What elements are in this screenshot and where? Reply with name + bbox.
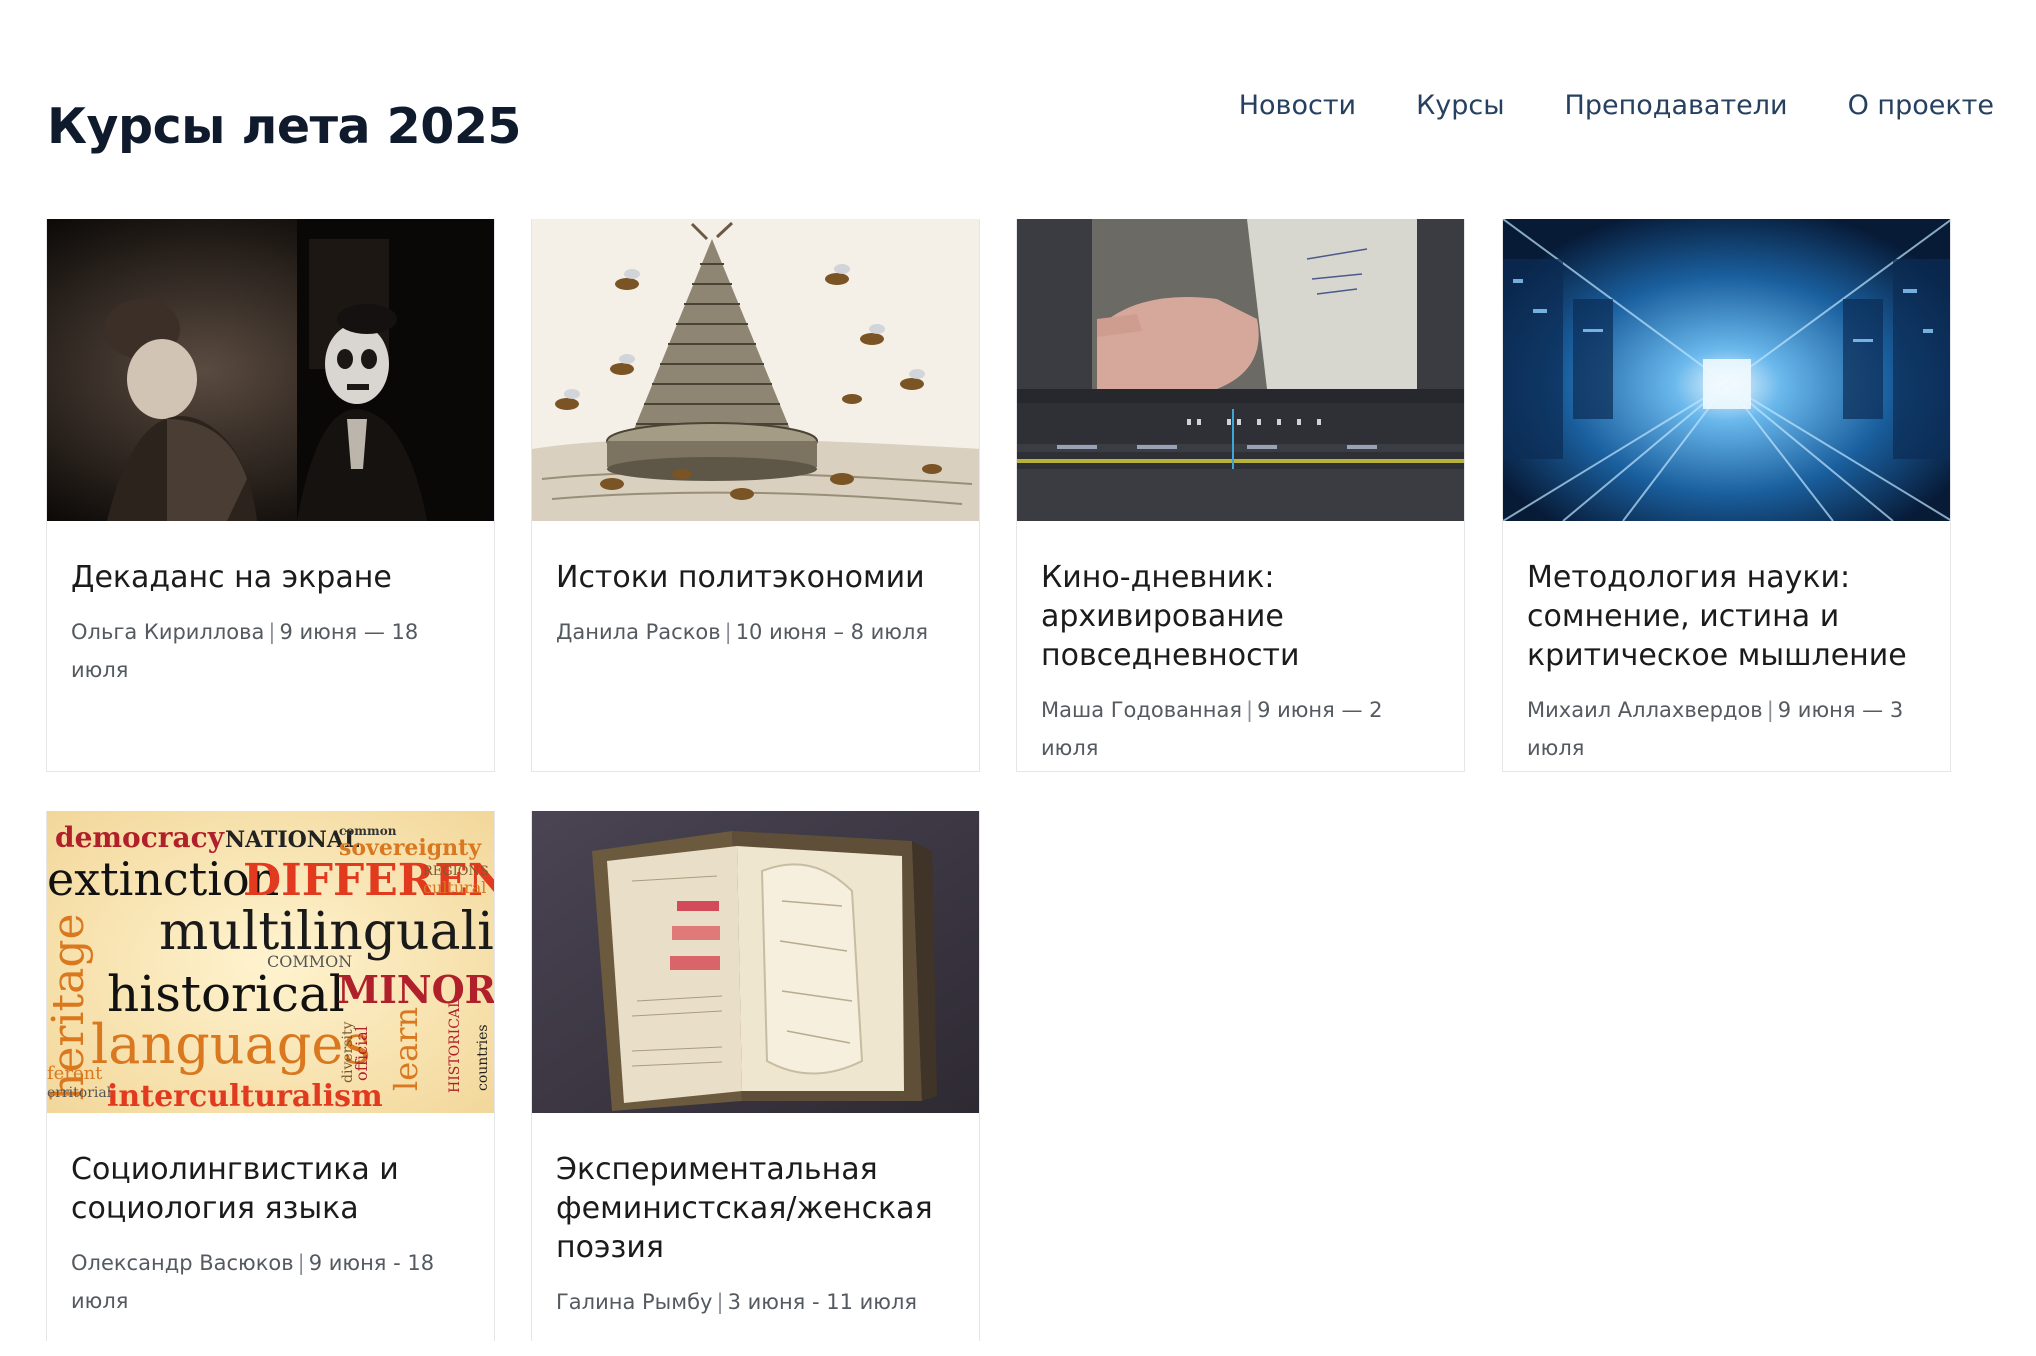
course-title[interactable]: Экспериментальная феминистская/женская п… [556,1150,955,1267]
nav-link-courses[interactable]: Курсы [1416,90,1504,121]
course-meta: Михаил Аллахвердов | 9 июня — 3 июля [1527,691,1926,767]
word-cloud-word: democracy [55,821,225,854]
word-cloud-word: interculturalism [107,1079,383,1113]
nav-link-news[interactable]: Новости [1239,90,1356,121]
digital-corridor-image[interactable] [1503,219,1951,521]
word-cloud-word: erritorial [47,1085,112,1101]
course-title[interactable]: Методология науки: сомнение, истина и кр… [1527,558,1926,675]
word-cloud-word: diversity [340,1021,356,1083]
course-author: Галина Рымбу [556,1290,713,1314]
meta-separator: | [724,620,732,644]
word-cloud-word: MINORITY [337,967,495,1012]
course-author: Михаил Аллахвердов [1527,698,1763,722]
meta-separator: | [1766,698,1774,722]
course-title[interactable]: Социолингвистика и социология языка [71,1150,470,1228]
nav-link-about[interactable]: О проекте [1848,90,1994,121]
meta-separator: | [1245,698,1254,722]
course-author: Данила Расков [556,620,721,644]
video-editor-image[interactable] [1017,219,1465,521]
word-cloud-image[interactable]: democracy NATIONAL common sovereignty ex… [47,811,495,1113]
course-title[interactable]: Истоки политэкономии [556,558,955,597]
word-cloud-word: ferent [47,1063,103,1084]
beehive-engraving-image[interactable] [532,219,980,521]
course-author: Маша Годованная [1041,698,1242,722]
main-nav: Новости Курсы Преподаватели О проекте [1179,90,1994,121]
word-cloud-word: languages [91,1013,371,1076]
course-card-political-economy[interactable]: Истоки политэкономии Данила Расков | 10 ию… [531,219,980,772]
course-card-film-diary[interactable]: Кино-дневник: архивирование повседневнос… [1016,219,1465,772]
course-meta: Олександр Васюков | 9 июня - 18 июля [71,1244,470,1320]
word-cloud-word: countries [475,1024,491,1091]
word-cloud-word: HISTORICAL [447,999,463,1093]
nav-link-teachers[interactable]: Преподаватели [1565,90,1788,121]
course-dates: 3 июня - 11 июля [727,1290,918,1314]
old-book-image[interactable] [532,811,980,1113]
film-still-image[interactable] [47,219,495,521]
word-cloud-word: cultural [423,878,486,897]
course-title[interactable]: Декаданс на экране [71,558,470,597]
course-author: Ольга Кириллова [71,620,265,644]
course-dates: 10 июня – 8 июля [735,620,929,644]
meta-separator: | [297,1251,305,1275]
course-title[interactable]: Кино-дневник: архивирование повседневнос… [1041,558,1440,675]
word-cloud-word: REGIONS [423,864,489,879]
course-meta: Маша Годованная | 9 июня — 2 июля [1041,691,1440,767]
page-title: Курсы лета 2025 [47,98,522,155]
course-meta: Ольга Кириллова | 9 июня — 18 июля [71,613,470,689]
word-cloud-word: learn [387,1007,425,1091]
meta-separator: | [268,620,276,644]
course-card-sociolinguistics[interactable]: democracy NATIONAL common sovereignty ex… [46,811,495,1341]
course-card-feminist-poetry[interactable]: Экспериментальная феминистская/женская п… [531,811,980,1341]
meta-separator: | [716,1290,724,1314]
course-card-science-methodology[interactable]: Методология науки: сомнение, истина и кр… [1502,219,1951,772]
course-meta: Галина Рымбу | 3 июня - 11 июля [556,1283,955,1321]
course-author: Олександр Васюков [71,1251,294,1275]
course-card-decadence[interactable]: Декаданс на экране Ольга Кириллова | 9 июн… [46,219,495,772]
course-meta: Данила Расков | 10 июня – 8 июля [556,613,955,651]
